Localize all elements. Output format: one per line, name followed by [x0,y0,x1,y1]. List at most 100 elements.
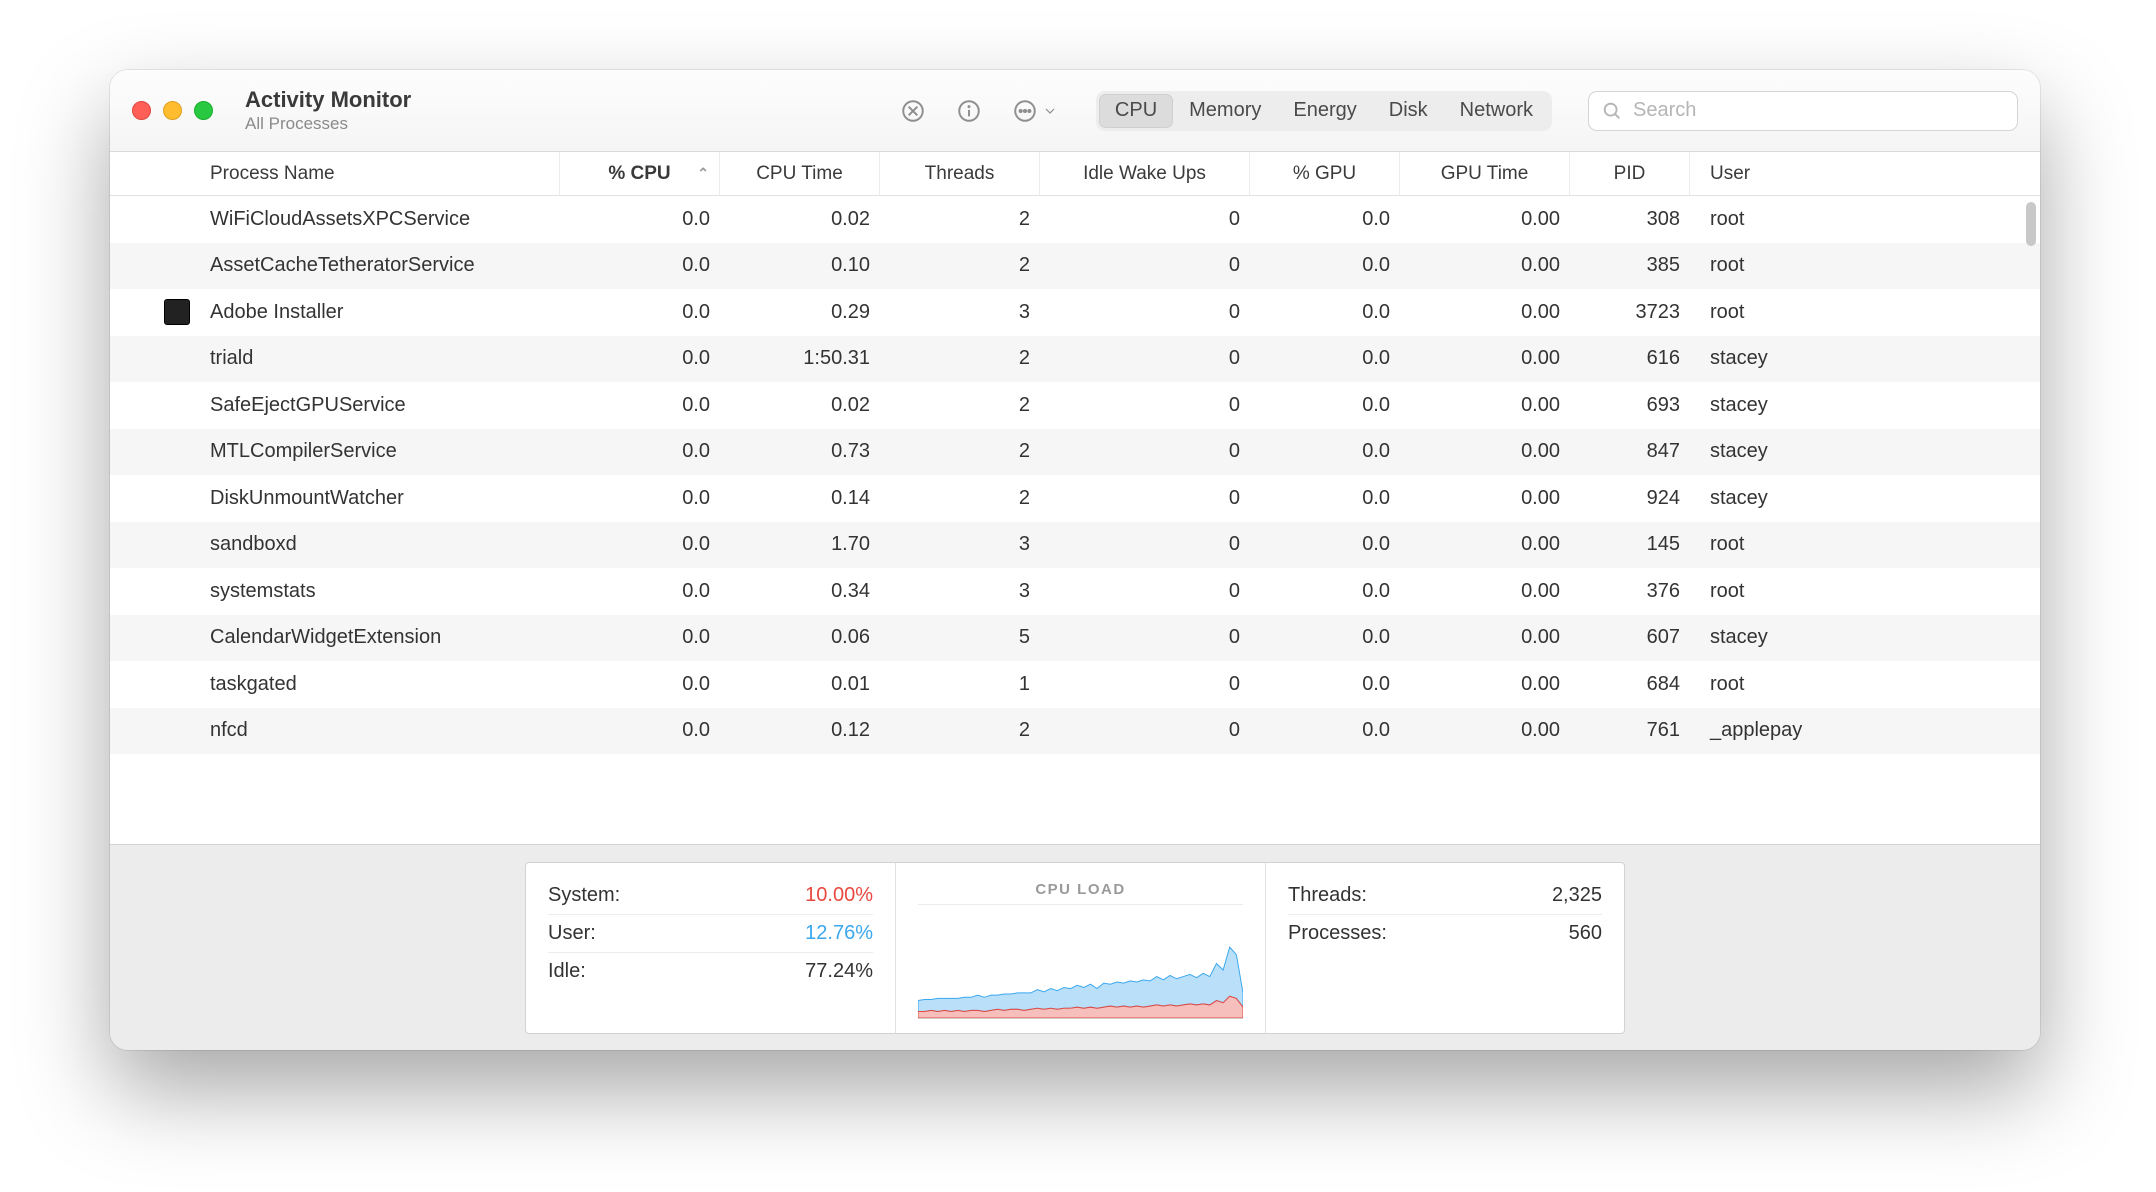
summary-panel: System:10.00% User:12.76% Idle:77.24% CP… [525,862,1625,1034]
info-icon [956,98,982,124]
category-tabs: CPUMemoryEnergyDiskNetwork [1096,91,1552,131]
tab-network[interactable]: Network [1444,94,1549,128]
search-field[interactable] [1588,91,2018,131]
process-table[interactable]: WiFiCloudAssetsXPCService0.00.02200.00.0… [110,196,2040,844]
user: stacey [1710,487,1768,510]
gpu-percent: 0.0 [1362,208,1390,231]
idle-wakeups: 0 [1229,533,1240,556]
table-row[interactable]: DiskUnmountWatcher0.00.14200.00.00924sta… [110,475,2040,522]
sort-caret-icon: ⌃ [697,165,709,182]
process-name: DiskUnmountWatcher [210,487,404,510]
scrollbar-thumb[interactable] [2026,202,2036,246]
table-row[interactable]: Adobe Installer0.00.29300.00.003723root [110,289,2040,336]
chevron-down-icon [1042,103,1058,119]
table-row[interactable]: CalendarWidgetExtension0.00.06500.00.006… [110,615,2040,662]
threads: 3 [1019,580,1030,603]
process-name: AssetCacheTetheratorService [210,254,475,277]
col-idle-wakeups[interactable]: Idle Wake Ups [1040,152,1250,195]
pid: 847 [1647,440,1680,463]
options-menu-button[interactable] [1006,92,1064,130]
chart-title: CPU LOAD [918,877,1243,905]
cpu-percent: 0.0 [682,301,710,324]
window-title: Activity Monitor [245,87,411,113]
tab-cpu[interactable]: CPU [1099,94,1173,128]
process-name: SafeEjectGPUService [210,394,406,417]
table-row[interactable]: sandboxd0.01.70300.00.00145root [110,522,2040,569]
table-row[interactable]: taskgated0.00.01100.00.00684root [110,661,2040,708]
table-row[interactable]: WiFiCloudAssetsXPCService0.00.02200.00.0… [110,196,2040,243]
cpu-percent: 0.0 [682,673,710,696]
table-row[interactable]: AssetCacheTetheratorService0.00.10200.00… [110,243,2040,290]
gpu-percent: 0.0 [1362,440,1390,463]
table-row[interactable]: triald0.01:50.31200.00.00616stacey [110,336,2040,383]
stop-icon [900,98,926,124]
zoom-window-button[interactable] [194,101,213,120]
col-threads[interactable]: Threads [880,152,1040,195]
cpu-load-chart-panel: CPU LOAD [896,863,1266,1033]
toolbar: Activity Monitor All Processes CPUMemory… [110,70,2040,152]
tab-disk[interactable]: Disk [1373,94,1444,128]
cpu-time: 0.73 [831,440,870,463]
table-row[interactable]: systemstats0.00.34300.00.00376root [110,568,2040,615]
gpu-time: 0.00 [1521,394,1560,417]
gpu-percent: 0.0 [1362,347,1390,370]
idle-wakeups: 0 [1229,347,1240,370]
col-process-name[interactable]: Process Name [110,152,560,195]
gpu-percent: 0.0 [1362,394,1390,417]
user: stacey [1710,440,1768,463]
idle-wakeups: 0 [1229,208,1240,231]
col-cpu-percent[interactable]: % CPU⌃ [560,152,720,195]
process-name: sandboxd [210,533,297,556]
user-value: 12.76% [805,922,873,945]
pid: 385 [1647,254,1680,277]
threads: 2 [1019,487,1030,510]
gpu-percent: 0.0 [1362,719,1390,742]
idle-wakeups: 0 [1229,626,1240,649]
gpu-time: 0.00 [1521,301,1560,324]
col-user[interactable]: User [1690,152,2022,195]
tab-memory[interactable]: Memory [1173,94,1277,128]
search-input[interactable] [1633,99,2005,122]
col-gpu-percent[interactable]: % GPU [1250,152,1400,195]
cpu-time: 0.02 [831,208,870,231]
search-icon [1601,100,1623,122]
user: root [1710,673,1744,696]
gpu-time: 0.00 [1521,626,1560,649]
threads: 3 [1019,533,1030,556]
tab-energy[interactable]: Energy [1277,94,1372,128]
close-window-button[interactable] [132,101,151,120]
activity-monitor-window: Activity Monitor All Processes CPUMemory… [110,70,2040,1050]
app-icon [164,299,190,325]
user: root [1710,301,1744,324]
threads: 5 [1019,626,1030,649]
inspect-process-button[interactable] [950,92,988,130]
footer: System:10.00% User:12.76% Idle:77.24% CP… [110,844,2040,1050]
process-name: systemstats [210,580,316,603]
pid: 376 [1647,580,1680,603]
minimize-window-button[interactable] [163,101,182,120]
user: stacey [1710,394,1768,417]
stop-process-button[interactable] [894,92,932,130]
idle-label: Idle: [548,960,586,983]
gpu-percent: 0.0 [1362,673,1390,696]
cpu-percent: 0.0 [682,487,710,510]
col-gpu-time[interactable]: GPU Time [1400,152,1570,195]
gpu-time: 0.00 [1521,347,1560,370]
cpu-percent: 0.0 [682,254,710,277]
gpu-time: 0.00 [1521,533,1560,556]
col-cpu-time[interactable]: CPU Time [720,152,880,195]
cpu-time: 0.10 [831,254,870,277]
cpu-breakdown: System:10.00% User:12.76% Idle:77.24% [526,863,896,1033]
gpu-percent: 0.0 [1362,580,1390,603]
table-row[interactable]: MTLCompilerService0.00.73200.00.00847sta… [110,429,2040,476]
ellipsis-circle-icon [1012,98,1038,124]
table-row[interactable]: nfcd0.00.12200.00.00761_applepay [110,708,2040,755]
pid: 924 [1647,487,1680,510]
process-name: taskgated [210,673,297,696]
col-pid[interactable]: PID [1570,152,1690,195]
cpu-percent: 0.0 [682,394,710,417]
gpu-percent: 0.0 [1362,533,1390,556]
user: stacey [1710,626,1768,649]
window-subtitle: All Processes [245,114,411,134]
table-row[interactable]: SafeEjectGPUService0.00.02200.00.00693st… [110,382,2040,429]
